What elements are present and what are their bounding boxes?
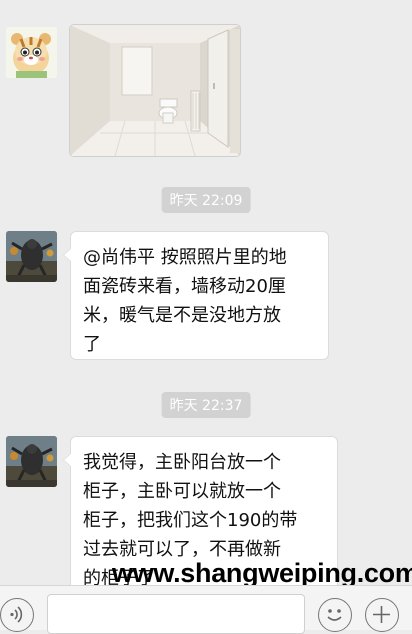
- chat-message-list: 昨天 22:09 @尚伟平 按照照片里的地 面瓷砖来看，墙移动20厘 米，暖气是…: [0, 0, 412, 585]
- input-bar: [0, 585, 412, 634]
- contact-avatar[interactable]: [6, 436, 57, 487]
- message-input[interactable]: [47, 594, 305, 634]
- timestamp: 昨天 22:37: [161, 392, 251, 418]
- emoji-button[interactable]: [318, 598, 352, 632]
- more-button[interactable]: [365, 598, 399, 632]
- contact-avatar[interactable]: [6, 231, 57, 282]
- timestamp: 昨天 22:09: [161, 187, 251, 213]
- voice-icon: [10, 606, 23, 623]
- message-bubble: @尚伟平 按照照片里的地 面瓷砖来看，墙移动20厘 米，暖气是不是没地方放 了: [63, 231, 329, 360]
- message-text-line: 柜子，主卧可以就放一个: [83, 481, 281, 502]
- message-text-line: 了: [83, 334, 101, 355]
- emoji-icon: [327, 609, 342, 621]
- voice-button[interactable]: [0, 598, 34, 632]
- bathroom-photo[interactable]: [69, 24, 241, 157]
- hamster-avatar[interactable]: [6, 27, 57, 78]
- plus-icon: [373, 606, 390, 623]
- message-text-line: 我觉得，主卧阳台放一个: [83, 452, 281, 473]
- message-text-line: 米，暖气是不是没地方放: [83, 305, 281, 326]
- message-text-line: 柜子，把我们这个190的带: [83, 510, 298, 531]
- message-text-line: 面瓷砖来看，墙移动20厘: [83, 276, 286, 297]
- message-text-line: @尚伟平 按照照片里的地: [83, 247, 287, 268]
